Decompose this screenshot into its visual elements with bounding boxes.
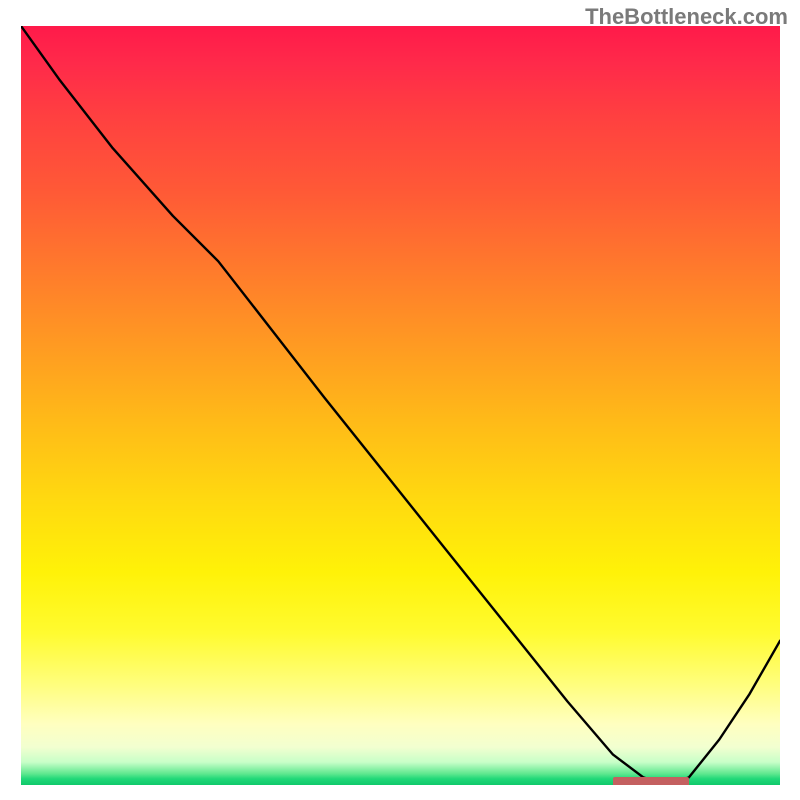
chart-area [21,26,780,785]
watermark-text: TheBottleneck.com [585,4,788,30]
optimal-range-marker [613,777,689,785]
bottleneck-curve [21,26,780,785]
